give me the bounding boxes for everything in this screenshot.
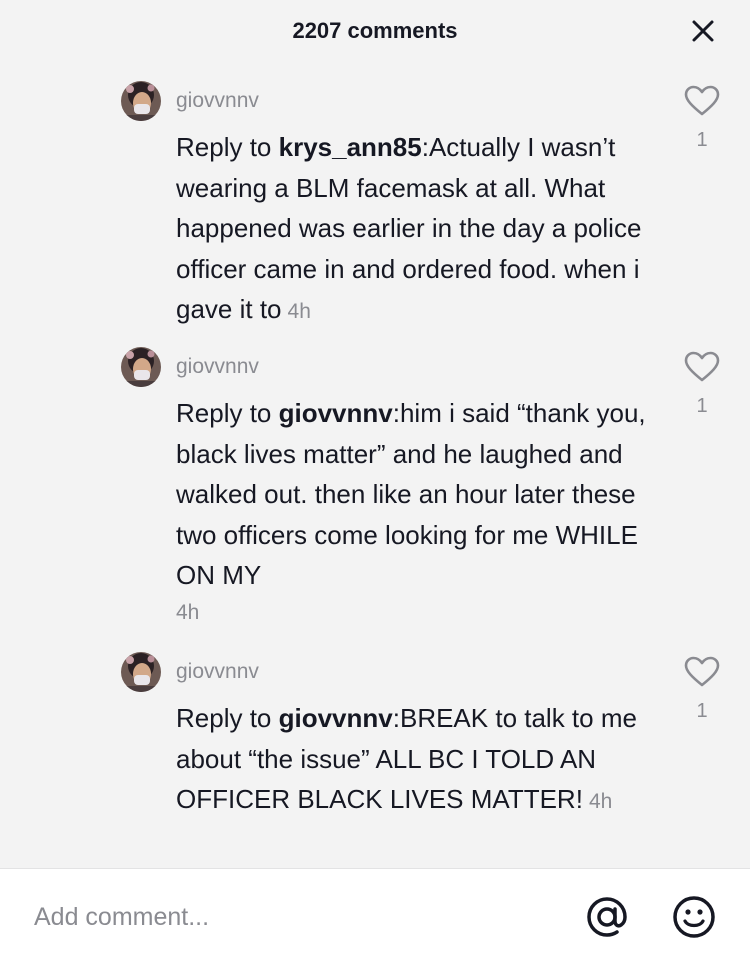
- comment-username[interactable]: giovvnnv: [176, 660, 259, 684]
- reply-target-username[interactable]: giovvnnv: [279, 703, 393, 733]
- comments-header: 2207 comments: [0, 0, 750, 64]
- reply-prefix: Reply to: [176, 398, 279, 428]
- comment-timestamp: 4h: [176, 600, 200, 624]
- like-count: 1: [696, 395, 708, 417]
- comment-username[interactable]: giovvnnv: [176, 89, 259, 113]
- like-count: 1: [696, 129, 708, 151]
- heart-icon[interactable]: [684, 85, 720, 117]
- comment-list[interactable]: giovvnnv Reply to krys_ann85:Actually I …: [0, 64, 750, 868]
- comment-item: giovvnnv Reply to krys_ann85:Actually I …: [0, 81, 750, 341]
- comment-username[interactable]: giovvnnv: [176, 355, 259, 379]
- reply-prefix: Reply to: [176, 703, 279, 733]
- comment-item: giovvnnv Reply to giovvnnv:him i said “t…: [0, 347, 750, 647]
- close-icon[interactable]: [690, 18, 716, 44]
- emoji-icon[interactable]: [670, 893, 718, 941]
- avatar[interactable]: [121, 81, 161, 121]
- avatar[interactable]: [121, 652, 161, 692]
- comment-composer: [0, 868, 750, 966]
- comment-timestamp: 4h: [588, 790, 613, 813]
- comment-item: giovvnnv Reply to giovvnnv:BREAK to talk…: [0, 652, 750, 868]
- comment-text: Reply to krys_ann85:Actually I wasn’t we…: [176, 127, 656, 333]
- reply-target-username[interactable]: krys_ann85: [279, 132, 422, 162]
- comment-timestamp: 4h: [287, 300, 311, 323]
- at-sign-icon[interactable]: [583, 893, 631, 941]
- add-comment-input[interactable]: [34, 897, 534, 937]
- reply-prefix: Reply to: [176, 132, 279, 162]
- like-count: 1: [696, 700, 708, 722]
- avatar[interactable]: [121, 347, 161, 387]
- comment-text: Reply to giovvnnv:him i said “thank you,…: [176, 393, 656, 630]
- heart-icon[interactable]: [684, 656, 720, 688]
- heart-icon[interactable]: [684, 351, 720, 383]
- comment-text: Reply to giovvnnv:BREAK to talk to me ab…: [176, 698, 656, 823]
- reply-target-username[interactable]: giovvnnv: [279, 398, 393, 428]
- comments-count-title: 2207 comments: [292, 18, 458, 43]
